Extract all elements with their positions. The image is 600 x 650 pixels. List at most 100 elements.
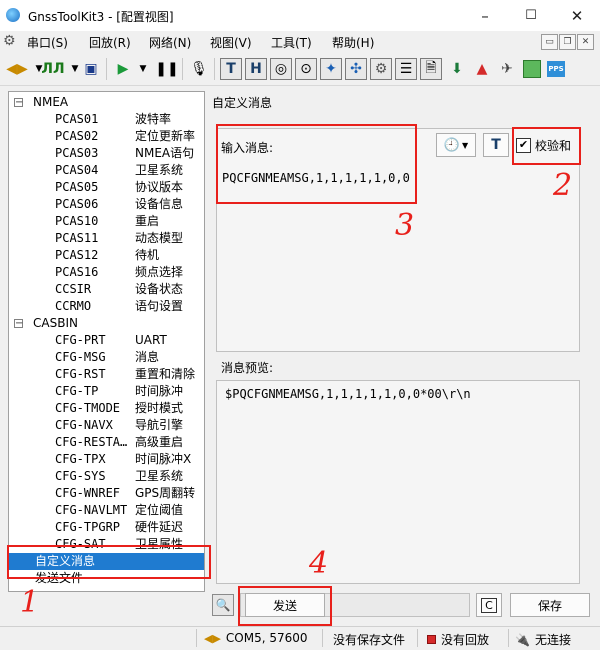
menu-network[interactable]: 网络(N) bbox=[149, 34, 191, 51]
tree-item[interactable]: CFG-RST 重置和清除 bbox=[9, 366, 204, 383]
tree-item[interactable]: PCAS10 重启 bbox=[9, 213, 204, 230]
app-icon bbox=[6, 8, 20, 22]
save-icon[interactable]: ▣ bbox=[80, 58, 102, 80]
tree-item[interactable]: PCAS16 频点选择 bbox=[9, 264, 204, 281]
tree-item[interactable]: CFG-MSG 消息 bbox=[9, 349, 204, 366]
preview-text: $PQCFGNMEAMSG,1,1,1,1,1,0,0*00\r\n bbox=[225, 387, 471, 401]
tree-item-description: NMEA语句 bbox=[135, 146, 195, 160]
annotation-label-1: 1 bbox=[20, 585, 40, 620]
green-box-icon[interactable] bbox=[521, 58, 543, 80]
tree-item[interactable]: PCAS06 设备信息 bbox=[9, 196, 204, 213]
plug-icon: 🔌 bbox=[515, 632, 530, 647]
tree-item-command: PCAS01 bbox=[55, 112, 99, 126]
annotation-box-2 bbox=[512, 127, 581, 165]
tree-item-command: PCAS04 bbox=[55, 163, 99, 177]
tree-item[interactable]: CCSIR 设备状态 bbox=[9, 281, 204, 298]
save-button[interactable]: 保存 bbox=[510, 593, 590, 617]
play-icon[interactable]: ▶ bbox=[112, 58, 134, 80]
text-format-button[interactable]: T bbox=[483, 133, 509, 157]
tree-item[interactable]: PCAS12 待机 bbox=[9, 247, 204, 264]
maximize-button[interactable]: ☐ bbox=[508, 0, 554, 31]
command-tree: − NMEA PCAS01 波特率 PCAS02 定位更新率 PCAS03 NMEA语句 P… bbox=[8, 91, 205, 592]
search-icon[interactable]: 🔍 bbox=[212, 594, 234, 616]
tree-item[interactable]: PCAS04 卫星系统 bbox=[9, 162, 204, 179]
tree-group-nmea[interactable]: − NMEA bbox=[9, 94, 204, 111]
connect-icon[interactable]: ◀▶ bbox=[6, 58, 28, 80]
tree-item-description: 卫星系统 bbox=[135, 163, 184, 177]
status-replay: 没有回放 bbox=[427, 631, 489, 648]
tree-item[interactable]: PCAS05 协议版本 bbox=[9, 179, 204, 196]
tree-item-command: CFG-MSG bbox=[55, 350, 106, 364]
tree-item-description: 时间脉冲 bbox=[135, 384, 184, 398]
clear-button[interactable]: C bbox=[476, 593, 502, 617]
tree-item-description: 重启 bbox=[135, 214, 160, 228]
tree-item[interactable]: PCAS11 动态模型 bbox=[9, 230, 204, 247]
menu-replay[interactable]: 回放(R) bbox=[89, 34, 131, 51]
tree-item-command: PCAS05 bbox=[55, 180, 99, 194]
tree-item[interactable]: CFG-TP 时间脉冲 bbox=[9, 383, 204, 400]
mdi-close-icon[interactable]: ✕ bbox=[577, 34, 594, 50]
tree-item[interactable]: PCAS01 波特率 bbox=[9, 111, 204, 128]
play-dropdown-icon[interactable]: ▼ bbox=[132, 58, 154, 80]
tree-item-description: UART bbox=[135, 333, 167, 347]
list-icon[interactable]: ☰ bbox=[395, 58, 417, 80]
tree-item[interactable]: CFG-TPGRP 硬件延迟 bbox=[9, 519, 204, 536]
tree-item[interactable]: CFG-PRT UART bbox=[9, 332, 204, 349]
hex-view-icon[interactable]: H bbox=[245, 58, 267, 80]
mdi-restore-icon[interactable]: ❐ bbox=[559, 34, 576, 50]
stop-icon bbox=[427, 635, 436, 644]
tree-item[interactable]: CFG-SYS 卫星系统 bbox=[9, 468, 204, 485]
status-save: 没有保存文件 bbox=[333, 633, 406, 647]
tree-item[interactable]: PCAS02 定位更新率 bbox=[9, 128, 204, 145]
tree-item[interactable]: CFG-NAVLMT 定位阈值 bbox=[9, 502, 204, 519]
compass-icon[interactable]: ◎ bbox=[270, 58, 292, 80]
pps-icon[interactable]: PPS bbox=[545, 58, 567, 80]
doc-icon[interactable]: 🗎 bbox=[420, 58, 442, 80]
connect-icon: ◀▶ bbox=[204, 631, 221, 645]
gear-icon[interactable]: ⚙ bbox=[370, 58, 392, 80]
satellite-icon[interactable]: ✦ bbox=[320, 58, 342, 80]
tree-item-description: 重置和清除 bbox=[135, 367, 196, 381]
tree-item-command: CFG-SYS bbox=[55, 469, 106, 483]
tree-item[interactable]: CFG-RESTA… 高级重启 bbox=[9, 434, 204, 451]
tree-item-command: CFG-NAVX bbox=[55, 418, 113, 432]
panel-title: 自定义消息 bbox=[212, 96, 273, 110]
pause-icon[interactable]: ❚❚ bbox=[155, 58, 178, 80]
tree-item-command: PCAS12 bbox=[55, 248, 99, 262]
collapse-icon[interactable]: − bbox=[14, 98, 23, 108]
annotation-box-3 bbox=[216, 124, 417, 204]
mdi-minimize-icon[interactable]: ▭ bbox=[541, 34, 558, 50]
menu-help[interactable]: 帮助(H) bbox=[332, 34, 374, 51]
tree-item[interactable]: CFG-TPX 时间脉冲X bbox=[9, 451, 204, 468]
clock-button[interactable]: 🕘 ▼ bbox=[436, 133, 476, 157]
tree-item[interactable]: PCAS03 NMEA语句 bbox=[9, 145, 204, 162]
minimize-button[interactable]: – bbox=[462, 0, 508, 31]
annotation-box-1 bbox=[7, 545, 211, 579]
tree-item[interactable]: CCRMO 语句设置 bbox=[9, 298, 204, 315]
tree-item-description: 授时模式 bbox=[135, 401, 184, 415]
collapse-icon[interactable]: − bbox=[14, 319, 23, 329]
tree-item[interactable]: CFG-NAVX 导航引擎 bbox=[9, 417, 204, 434]
download-icon[interactable]: ⬇ bbox=[446, 58, 468, 80]
nav-arrow-icon[interactable]: ▲ bbox=[471, 58, 493, 80]
tree-group-casbin[interactable]: − CASBIN bbox=[9, 315, 204, 332]
target-icon[interactable]: ⊙ bbox=[295, 58, 317, 80]
waveform-icon[interactable]: ЛЛ bbox=[41, 58, 64, 80]
tree-item-command: CFG-TP bbox=[55, 384, 99, 398]
menu-view[interactable]: 视图(V) bbox=[210, 34, 252, 51]
close-button[interactable]: ✕ bbox=[554, 0, 600, 31]
menu-tools[interactable]: 工具(T) bbox=[271, 34, 312, 51]
text-view-icon[interactable]: T bbox=[220, 58, 242, 80]
tree-item-description: 定位阈值 bbox=[135, 503, 184, 517]
annotation-label-2: 2 bbox=[553, 168, 573, 203]
mic-icon[interactable]: 🎙 bbox=[188, 58, 210, 80]
gear-menu-icon[interactable]: ⚙ bbox=[3, 33, 16, 49]
menu-serial[interactable]: 串口(S) bbox=[27, 34, 68, 51]
tree-item[interactable]: CFG-TMODE 授时模式 bbox=[9, 400, 204, 417]
sat-alt-icon[interactable]: ✈ bbox=[496, 58, 518, 80]
tree-item-command: CCRMO bbox=[55, 299, 92, 313]
tree-item[interactable]: CFG-WNREF GPS周翻转 bbox=[9, 485, 204, 502]
tree-item-description: 频点选择 bbox=[135, 265, 184, 279]
grid-icon[interactable]: ✣ bbox=[345, 58, 367, 80]
tree-item-command: CFG-NAVLMT bbox=[55, 503, 128, 517]
